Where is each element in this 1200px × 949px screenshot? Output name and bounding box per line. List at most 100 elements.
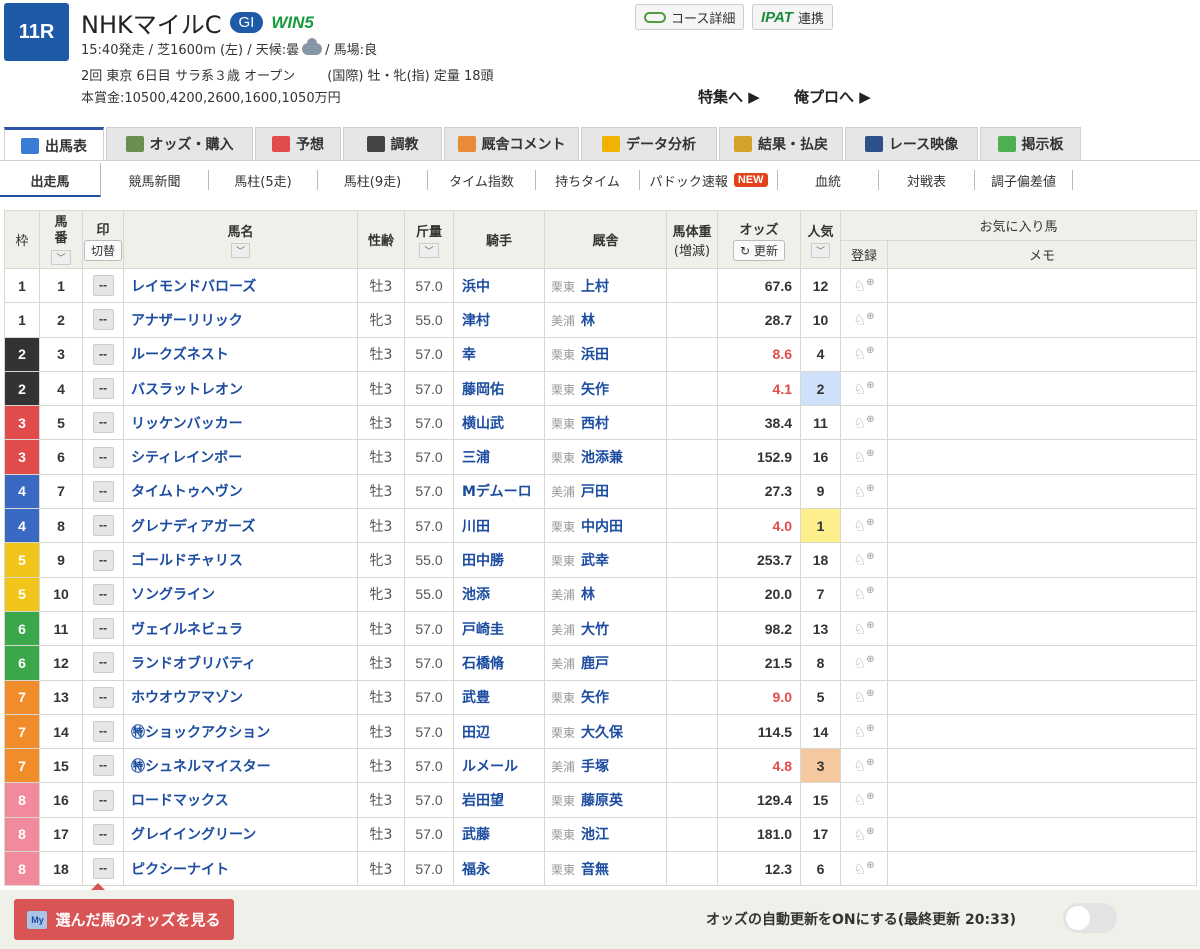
horse-name-link[interactable]: ランドオブリバティ bbox=[123, 645, 358, 681]
mark-button[interactable]: -- bbox=[92, 721, 114, 742]
horse-name-link[interactable]: グレイイングリーン bbox=[123, 816, 358, 853]
jockey-link[interactable]: ルメール bbox=[453, 748, 545, 784]
jockey-link[interactable]: 岩田望 bbox=[453, 782, 545, 818]
add-favorite-icon[interactable]: ♘⊕ bbox=[840, 610, 888, 647]
subtab-8[interactable]: 対戦表 bbox=[879, 170, 975, 190]
mark-button[interactable]: -- bbox=[92, 549, 114, 571]
jockey-link[interactable]: 石橋脩 bbox=[453, 645, 545, 681]
memo-cell[interactable] bbox=[887, 610, 1197, 647]
trainer-link[interactable]: 武幸 bbox=[581, 553, 609, 569]
view-selected-odds-button[interactable]: My 選んだ馬のオッズを見る bbox=[14, 899, 234, 940]
memo-cell[interactable] bbox=[887, 405, 1197, 441]
jockey-link[interactable]: Mデムーロ bbox=[453, 473, 545, 510]
auto-update-toggle[interactable] bbox=[1063, 903, 1117, 933]
horse-name-link[interactable]: ソングライン bbox=[123, 576, 358, 612]
mark-button[interactable]: -- bbox=[92, 618, 114, 640]
tab-4[interactable]: 厩舎コメント bbox=[444, 127, 579, 160]
mark-button[interactable]: -- bbox=[92, 412, 114, 434]
mark-button[interactable]: -- bbox=[92, 858, 114, 880]
add-favorite-icon[interactable]: ♘⊕ bbox=[840, 439, 888, 475]
subtab-7[interactable]: 血統 bbox=[778, 170, 879, 190]
tab-2[interactable]: 予想 bbox=[255, 127, 341, 160]
jockey-link[interactable]: 池添 bbox=[453, 576, 545, 612]
tab-0[interactable]: 出馬表 bbox=[4, 127, 104, 161]
special-link[interactable]: 特集へ ▶ bbox=[698, 86, 760, 107]
trainer-link[interactable]: 大久保 bbox=[581, 725, 623, 741]
jockey-link[interactable]: 横山武 bbox=[453, 405, 545, 441]
memo-cell[interactable] bbox=[887, 267, 1197, 304]
memo-cell[interactable] bbox=[887, 645, 1197, 681]
horse-name-link[interactable]: ㊕シュネルマイスター bbox=[123, 748, 358, 784]
tab-8[interactable]: 掲示板 bbox=[980, 127, 1081, 160]
trainer-link[interactable]: 林 bbox=[581, 587, 595, 603]
mark-button[interactable]: -- bbox=[92, 446, 114, 468]
horse-name-link[interactable]: リッケンバッカー bbox=[123, 405, 358, 441]
ipat-link-button[interactable]: IPAT 連携 bbox=[752, 4, 833, 30]
memo-cell[interactable] bbox=[887, 473, 1197, 510]
mark-button[interactable]: -- bbox=[92, 789, 114, 811]
subtab-2[interactable]: 馬柱(5走) bbox=[209, 170, 318, 190]
trainer-link[interactable]: 池添兼 bbox=[581, 450, 623, 466]
horse-name-link[interactable]: アナザーリリック bbox=[123, 302, 358, 338]
horse-name-link[interactable]: ロードマックス bbox=[123, 782, 358, 818]
add-favorite-icon[interactable]: ♘⊕ bbox=[840, 851, 888, 887]
add-favorite-icon[interactable]: ♘⊕ bbox=[840, 713, 888, 750]
memo-cell[interactable] bbox=[887, 851, 1197, 887]
jockey-link[interactable]: 武藤 bbox=[453, 816, 545, 853]
trainer-link[interactable]: 鹿戸 bbox=[581, 656, 609, 672]
subtab-6[interactable]: パドック速報 NEW bbox=[640, 170, 778, 190]
add-favorite-icon[interactable]: ♘⊕ bbox=[840, 508, 888, 544]
header-umaban[interactable]: 馬 番 ﹀ bbox=[39, 210, 83, 269]
header-name[interactable]: 馬名 ﹀ bbox=[123, 210, 358, 269]
trainer-link[interactable]: 池江 bbox=[581, 827, 609, 843]
jockey-link[interactable]: 福永 bbox=[453, 851, 545, 887]
memo-cell[interactable] bbox=[887, 816, 1197, 853]
mark-switch-button[interactable]: 切替 bbox=[83, 239, 122, 261]
trainer-link[interactable]: 矢作 bbox=[581, 690, 609, 706]
mark-button[interactable]: -- bbox=[92, 515, 114, 537]
add-favorite-icon[interactable]: ♘⊕ bbox=[840, 302, 888, 338]
trainer-link[interactable]: 林 bbox=[581, 313, 595, 329]
memo-cell[interactable] bbox=[887, 782, 1197, 818]
memo-cell[interactable] bbox=[887, 439, 1197, 475]
memo-cell[interactable] bbox=[887, 576, 1197, 612]
add-favorite-icon[interactable]: ♘⊕ bbox=[840, 748, 888, 784]
horse-name-link[interactable]: バスラットレオン bbox=[123, 370, 358, 407]
memo-cell[interactable] bbox=[887, 302, 1197, 338]
add-favorite-icon[interactable]: ♘⊕ bbox=[840, 267, 888, 304]
subtab-3[interactable]: 馬柱(9走) bbox=[318, 170, 428, 190]
mark-button[interactable]: -- bbox=[92, 480, 114, 502]
add-favorite-icon[interactable]: ♘⊕ bbox=[840, 473, 888, 510]
trainer-link[interactable]: 中内田 bbox=[581, 519, 623, 535]
memo-cell[interactable] bbox=[887, 713, 1197, 750]
add-favorite-icon[interactable]: ♘⊕ bbox=[840, 782, 888, 818]
jockey-link[interactable]: 幸 bbox=[453, 336, 545, 372]
subtab-5[interactable]: 持ちタイム bbox=[536, 170, 640, 190]
horse-name-link[interactable]: タイムトゥヘヴン bbox=[123, 473, 358, 510]
add-favorite-icon[interactable]: ♘⊕ bbox=[840, 336, 888, 372]
odds-update-button[interactable]: ↻ 更新 bbox=[733, 239, 785, 261]
mark-button[interactable]: -- bbox=[92, 823, 114, 845]
tab-3[interactable]: 調教 bbox=[343, 127, 442, 160]
add-favorite-icon[interactable]: ♘⊕ bbox=[840, 645, 888, 681]
subtab-9[interactable]: 調子偏差値 bbox=[975, 170, 1073, 190]
trainer-link[interactable]: 手塚 bbox=[581, 759, 609, 775]
mark-button[interactable]: -- bbox=[92, 686, 114, 708]
jockey-link[interactable]: 戸崎圭 bbox=[453, 610, 545, 647]
mark-button[interactable]: -- bbox=[92, 343, 114, 365]
jockey-link[interactable]: 田辺 bbox=[453, 713, 545, 750]
horse-name-link[interactable]: グレナディアガーズ bbox=[123, 508, 358, 544]
trainer-link[interactable]: 藤原英 bbox=[581, 793, 623, 809]
tab-6[interactable]: 結果・払戻 bbox=[719, 127, 843, 160]
course-detail-button[interactable]: コース詳細 bbox=[635, 4, 745, 30]
header-kinryo[interactable]: 斤量 ﹀ bbox=[404, 210, 454, 269]
horse-name-link[interactable]: シティレインボー bbox=[123, 439, 358, 475]
tab-7[interactable]: レース映像 bbox=[845, 127, 978, 160]
add-favorite-icon[interactable]: ♘⊕ bbox=[840, 816, 888, 853]
subtab-1[interactable]: 競馬新聞 bbox=[101, 170, 209, 190]
mark-button[interactable]: -- bbox=[92, 309, 114, 331]
memo-cell[interactable] bbox=[887, 508, 1197, 544]
mark-button[interactable]: -- bbox=[92, 378, 114, 400]
trainer-link[interactable]: 矢作 bbox=[581, 382, 609, 398]
horse-name-link[interactable]: ピクシーナイト bbox=[123, 851, 358, 887]
